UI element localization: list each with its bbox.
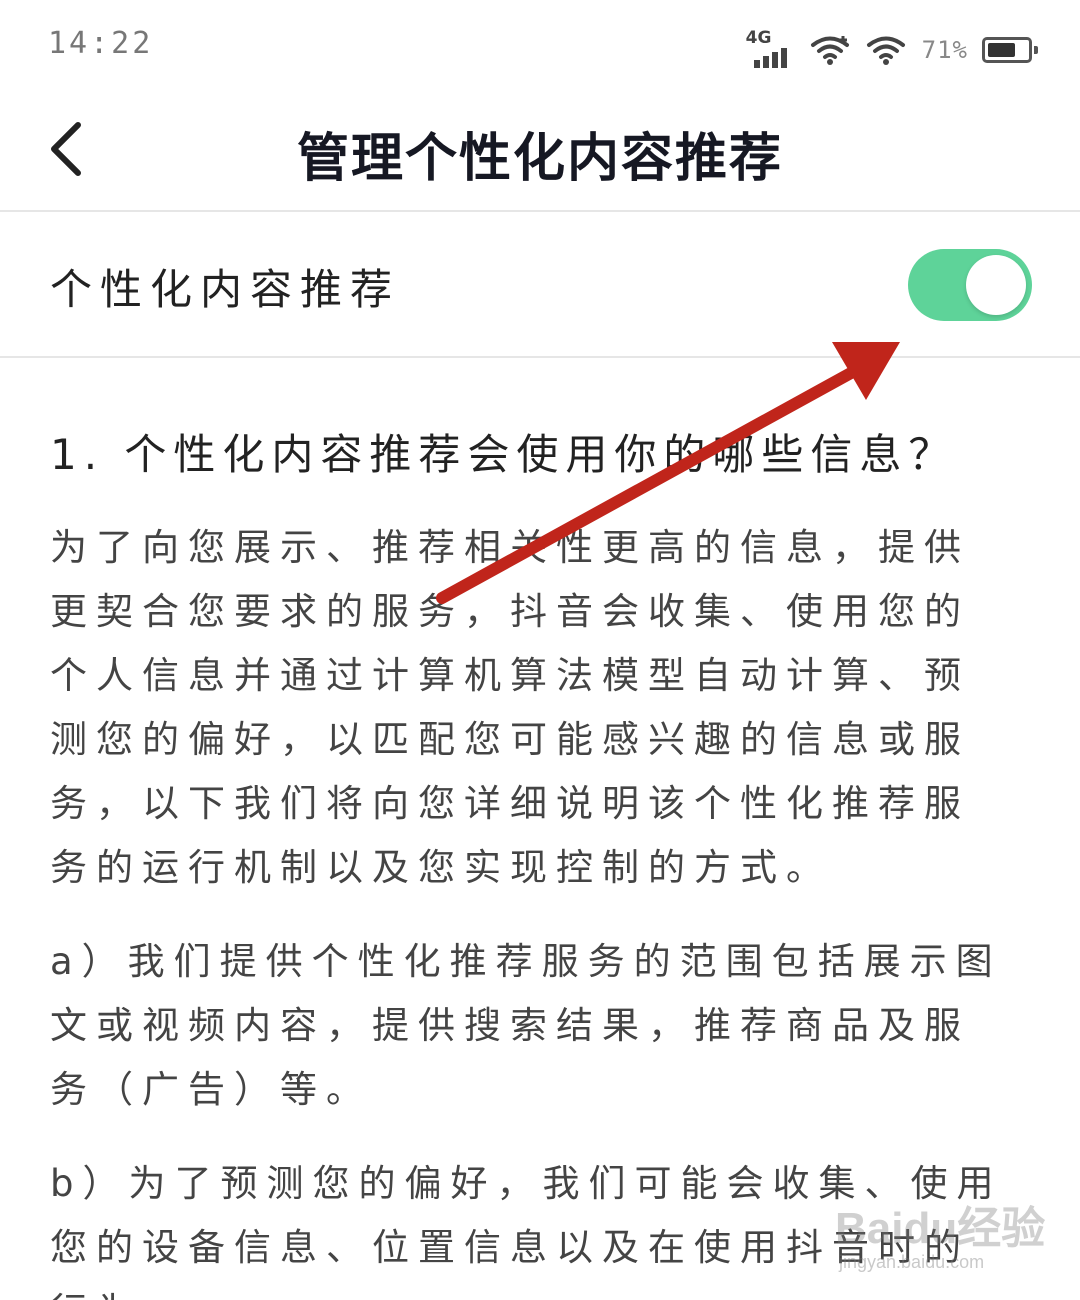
- content: 1. 个性化内容推荐会使用你的哪些信息？ 为了向您展示、推荐相关性更高的信息，提…: [50, 410, 1010, 1300]
- status-bar: 14:22 4G 71%: [0, 0, 1080, 90]
- network-type-label: 4G: [745, 28, 772, 48]
- cellular-signal-icon: 4G: [746, 28, 796, 68]
- header: 管理个性化内容推荐: [0, 90, 1080, 212]
- setting-label: 个性化内容推荐: [50, 265, 401, 314]
- battery-fill: [988, 43, 1015, 57]
- paragraph-b: b）为了预测您的偏好，我们可能会收集、使用您的设备信息、位置信息以及在使用抖音时…: [50, 1162, 1003, 1300]
- setting-row-personalized-recommendation: 个性化内容推荐: [0, 212, 1080, 358]
- wifi-icon: [866, 34, 908, 66]
- page-title: 管理个性化内容推荐: [296, 129, 783, 189]
- status-time: 14:22: [48, 26, 154, 61]
- status-icons: 4G 71%: [746, 28, 1038, 70]
- paragraph-a: a）我们提供个性化推荐服务的范围包括展示图文或视频内容，提供搜索结果，推荐商品及…: [50, 940, 1002, 1111]
- section-heading: 1. 个性化内容推荐会使用你的哪些信息？: [50, 430, 958, 479]
- wifi-plus-icon: [810, 34, 852, 66]
- toggle-knob: [966, 255, 1026, 315]
- personalized-recommendation-toggle[interactable]: [908, 249, 1032, 321]
- battery-percent: 71%: [921, 36, 968, 64]
- paragraph-intro: 为了向您展示、推荐相关性更高的信息，提供更契合您要求的服务，抖音会收集、使用您的…: [50, 526, 970, 889]
- battery-icon: [982, 37, 1038, 63]
